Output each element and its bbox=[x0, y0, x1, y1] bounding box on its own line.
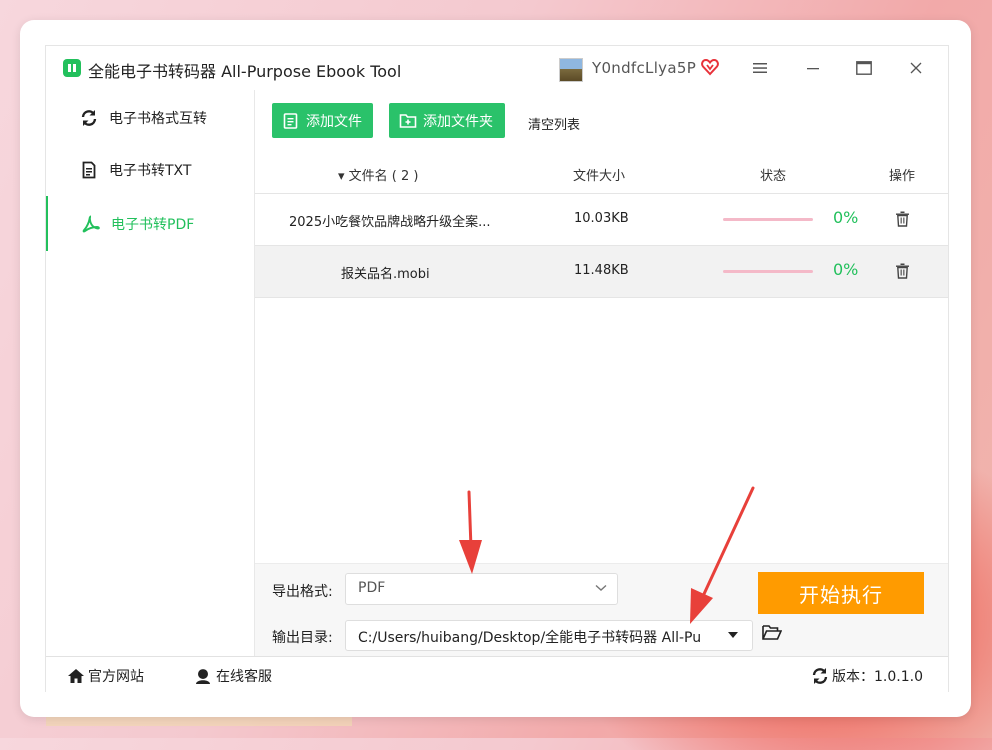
table-header: ▾ 文件名 ( 2 ) 文件大小 状态 操作 bbox=[255, 153, 948, 194]
app-logo-icon bbox=[63, 59, 81, 77]
format-label: 导出格式: bbox=[272, 584, 333, 600]
clear-list-button[interactable]: 清空列表 bbox=[528, 114, 580, 133]
file-name: 2025小吃餐饮品牌战略升级全案... bbox=[289, 215, 491, 230]
sort-down-icon: ▾ bbox=[338, 169, 345, 184]
file-name: 报关品名.mobi bbox=[341, 267, 430, 282]
sidebar-item-format-convert[interactable]: 电子书格式互转 bbox=[46, 93, 254, 143]
app-title: 全能电子书转码器 All-Purpose Ebook Tool bbox=[88, 62, 402, 81]
header-file-size: 文件大小 bbox=[573, 169, 626, 184]
footer-bar: 官方网站 在线客服 版本：1.0.1.0 bbox=[46, 656, 948, 692]
sidebar-item-to-txt[interactable]: 电子书转TXT bbox=[46, 145, 254, 195]
home-icon bbox=[68, 669, 84, 683]
add-file-button[interactable]: 添加文件 bbox=[272, 103, 373, 138]
progress-percent: 0% bbox=[833, 208, 859, 227]
version-info[interactable]: 版本：1.0.1.0 bbox=[811, 666, 923, 686]
progress-bar bbox=[723, 270, 813, 273]
table-row[interactable]: 报关品名.mobi 11.48KB 0% bbox=[255, 246, 948, 298]
version-label: 版本：1.0.1.0 bbox=[832, 669, 923, 685]
official-website-label: 官方网站 bbox=[88, 669, 144, 685]
refresh-icon bbox=[81, 110, 97, 126]
output-dir-value: C:/Users/huibang/Desktop/全能电子书转码器 All-Pu bbox=[358, 630, 702, 646]
sidebar-item-label: 电子书格式互转 bbox=[109, 111, 207, 127]
add-folder-icon bbox=[399, 113, 417, 128]
pdf-icon bbox=[82, 215, 100, 232]
file-size: 11.48KB bbox=[574, 263, 629, 278]
header-file-name-label: 文件名 ( 2 ) bbox=[348, 169, 419, 184]
output-dir-select[interactable]: C:/Users/huibang/Desktop/全能电子书转码器 All-Pu bbox=[345, 620, 753, 651]
add-file-label: 添加文件 bbox=[306, 113, 362, 130]
format-select[interactable]: PDF bbox=[345, 573, 618, 605]
table-row[interactable]: 2025小吃餐饮品牌战略升级全案... 10.03KB 0% bbox=[255, 194, 948, 246]
sidebar-item-label: 电子书转PDF bbox=[111, 216, 195, 233]
official-website-link[interactable]: 官方网站 bbox=[67, 666, 144, 686]
sidebar-item-label: 电子书转TXT bbox=[109, 163, 192, 179]
menu-icon[interactable] bbox=[750, 58, 770, 78]
output-label: 输出目录: bbox=[272, 630, 333, 646]
title-bar: 全能电子书转码器 All-Purpose Ebook Tool Y0ndfcLl… bbox=[46, 46, 948, 90]
header-action: 操作 bbox=[889, 169, 916, 184]
settings-panel: 导出格式: PDF 输出目录: C:/Users/huibang/Desktop… bbox=[255, 563, 948, 656]
chevron-down-icon bbox=[595, 584, 607, 591]
sidebar-item-to-pdf[interactable]: 电子书转PDF bbox=[46, 196, 256, 251]
trash-icon[interactable] bbox=[895, 211, 910, 227]
minimize-icon[interactable] bbox=[803, 58, 823, 78]
maximize-icon[interactable] bbox=[854, 58, 874, 78]
header-status: 状态 bbox=[760, 169, 787, 184]
online-support-link[interactable]: 在线客服 bbox=[193, 666, 272, 686]
headset-icon bbox=[195, 668, 211, 684]
format-value: PDF bbox=[358, 580, 386, 596]
online-support-label: 在线客服 bbox=[216, 669, 272, 685]
file-size: 10.03KB bbox=[574, 211, 629, 226]
trash-icon[interactable] bbox=[895, 263, 910, 279]
vip-heart-icon[interactable] bbox=[701, 58, 719, 76]
caret-down-icon bbox=[728, 632, 738, 638]
user-avatar[interactable] bbox=[559, 58, 583, 82]
refresh-icon bbox=[812, 668, 828, 684]
app-window: 全能电子书转码器 All-Purpose Ebook Tool Y0ndfcLl… bbox=[45, 45, 949, 692]
close-icon[interactable] bbox=[906, 58, 926, 78]
progress-percent: 0% bbox=[833, 260, 859, 279]
document-icon bbox=[82, 161, 96, 179]
username[interactable]: Y0ndfcLlya5P bbox=[592, 59, 696, 77]
sidebar: 电子书格式互转 电子书转TXT 电子书转PDF bbox=[46, 90, 255, 656]
header-file-name[interactable]: ▾ 文件名 ( 2 ) bbox=[338, 165, 418, 184]
open-folder-icon[interactable] bbox=[762, 624, 782, 641]
progress-bar bbox=[723, 218, 813, 221]
start-button[interactable]: 开始执行 bbox=[758, 572, 924, 614]
background-strip bbox=[46, 716, 352, 726]
add-file-icon bbox=[283, 112, 298, 129]
add-folder-label: 添加文件夹 bbox=[423, 113, 493, 130]
add-folder-button[interactable]: 添加文件夹 bbox=[389, 103, 505, 138]
